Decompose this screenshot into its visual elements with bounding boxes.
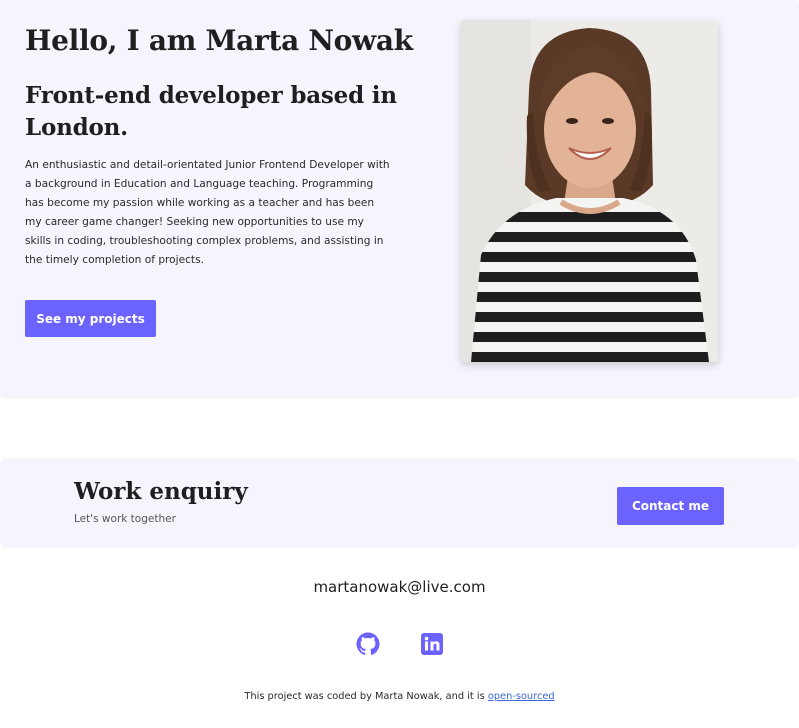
enquiry-subtitle: Let's work together: [74, 513, 176, 525]
hero-subtitle: Front-end developer based in London.: [25, 82, 397, 141]
enquiry-title: Work enquiry: [74, 478, 248, 505]
footer-note: This project was coded by Marta Nowak, a…: [0, 691, 799, 702]
contact-email[interactable]: martanowak@live.com: [0, 578, 799, 596]
see-projects-button[interactable]: See my projects: [25, 300, 156, 337]
profile-photo: [461, 20, 718, 362]
contact-me-button[interactable]: Contact me: [617, 487, 724, 525]
hero-title: Hello, I am Marta Nowak: [25, 24, 413, 57]
linkedin-icon[interactable]: [420, 632, 444, 656]
footer-text: This project was coded by Marta Nowak, a…: [244, 691, 485, 702]
hero-bio: An enthusiastic and detail-orientated Ju…: [25, 159, 390, 266]
github-icon[interactable]: [356, 632, 380, 656]
work-enquiry-section: Work enquiry Let's work together Contact…: [0, 458, 799, 548]
open-sourced-link[interactable]: open-sourced: [488, 691, 555, 702]
hero-section: Hello, I am Marta Nowak Front-end develo…: [0, 0, 799, 396]
